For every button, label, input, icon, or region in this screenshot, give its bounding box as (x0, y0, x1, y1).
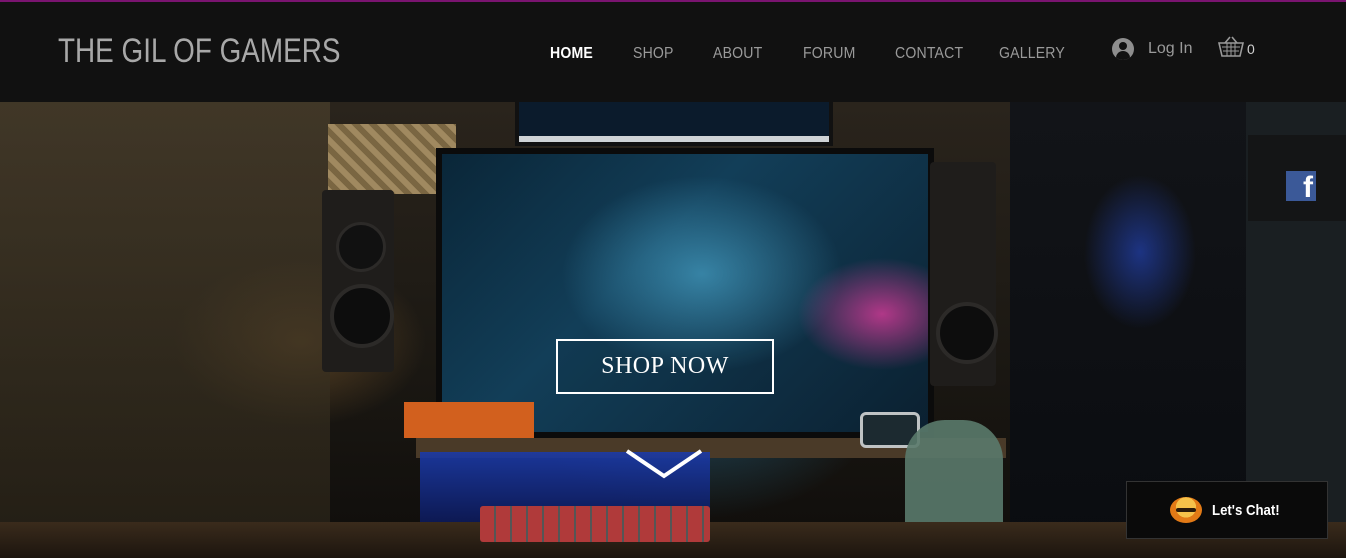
site-header: THE GIL OF GAMERS HOME SHOP ABOUT FORUM … (0, 2, 1346, 102)
chat-label: Let's Chat! (1212, 501, 1280, 519)
hero-background-wall (0, 102, 330, 558)
shop-now-button[interactable]: SHOP NOW (556, 339, 774, 394)
shopping-basket-icon (1217, 36, 1245, 57)
nav-item-forum[interactable]: FORUM (803, 45, 855, 63)
nav-item-contact[interactable]: CONTACT (895, 45, 963, 63)
facebook-glyph: f (1303, 171, 1313, 202)
hero-pc-glow (1060, 142, 1230, 382)
cart-button[interactable]: 0 (1217, 36, 1255, 58)
hero-keyboard (480, 506, 710, 542)
hero-orange-box (404, 402, 534, 438)
user-avatar-icon (1112, 38, 1134, 60)
hero-main-monitor (436, 148, 934, 438)
hero-left-speaker (322, 190, 394, 372)
chat-avatar-icon (1170, 497, 1202, 523)
chat-widget-button[interactable]: Let's Chat! (1126, 481, 1328, 539)
cart-count: 0 (1247, 41, 1255, 57)
hero-right-speaker (930, 162, 998, 386)
login-label: Log In (1148, 40, 1193, 57)
facebook-icon[interactable]: f (1286, 171, 1316, 201)
nav-item-shop[interactable]: SHOP (633, 45, 674, 63)
hero-upper-monitor (515, 102, 833, 146)
shop-now-label: SHOP NOW (601, 353, 729, 379)
nav-item-gallery[interactable]: GALLERY (999, 45, 1065, 63)
chevron-down-icon[interactable] (624, 448, 704, 482)
login-button[interactable]: Log In (1112, 38, 1192, 60)
nav-item-about[interactable]: ABOUT (713, 45, 762, 63)
site-logo-text[interactable]: THE GIL OF GAMERS (58, 32, 340, 71)
nav-item-home[interactable]: HOME (550, 45, 593, 63)
